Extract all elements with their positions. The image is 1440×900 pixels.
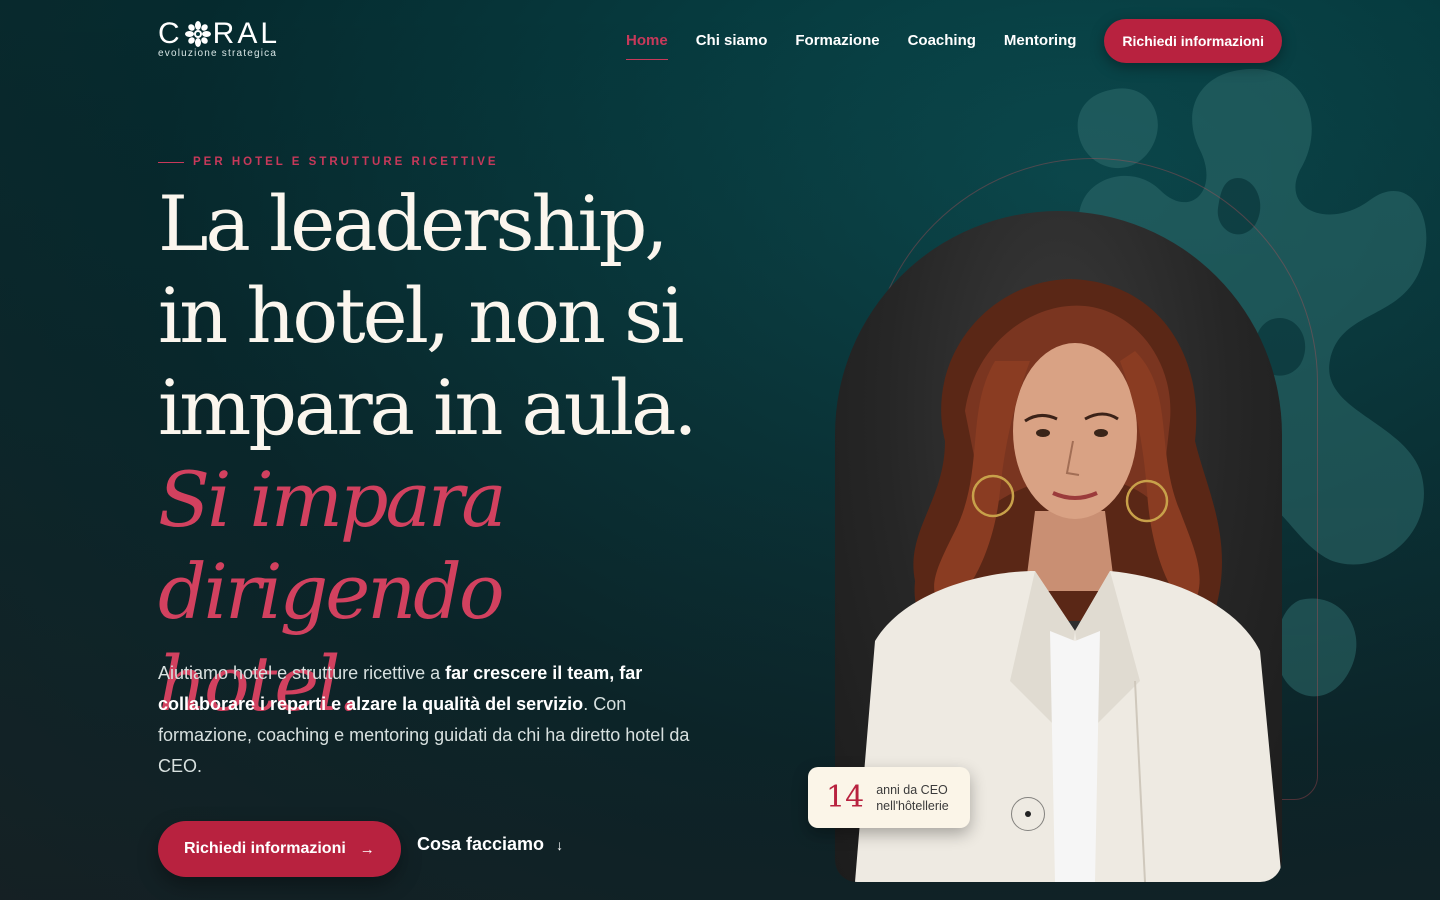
hero-eyebrow: PER HOTEL E STRUTTURE RICETTIVE xyxy=(158,156,499,168)
logo-wordmark: C RAL xyxy=(158,17,281,50)
hero-primary-label: Richiedi informazioni xyxy=(184,840,346,857)
header-cta-button[interactable]: Richiedi informazioni xyxy=(1104,19,1282,63)
hero-secondary-link[interactable]: Cosa facciamo ↓ xyxy=(417,834,563,855)
logo[interactable]: C RAL evoluzione strategica xyxy=(158,17,288,60)
lead-text-1: Aiutiamo hotel e strutture ricettive a xyxy=(158,663,446,683)
hero-primary-button[interactable]: Richiedi informazioni → xyxy=(158,821,401,877)
nav-item-coaching[interactable]: Coaching xyxy=(908,18,976,64)
scroll-indicator[interactable] xyxy=(1011,797,1045,831)
hero-headline: La leadership, in hotel, non si impara i… xyxy=(158,178,718,730)
nav-item-formazione[interactable]: Formazione xyxy=(795,18,879,64)
nav-item-home[interactable]: Home xyxy=(626,18,668,64)
experience-badge: 14 anni da CEO nell'hôtellerie xyxy=(808,767,970,828)
headline-main: La leadership, in hotel, non si impara i… xyxy=(158,179,698,452)
nav-item-mentoring[interactable]: Mentoring xyxy=(1004,18,1077,64)
badge-number: 14 xyxy=(826,780,865,815)
eyebrow-line xyxy=(158,161,184,163)
arrow-right-icon: → xyxy=(359,840,375,858)
badge-text: anni da CEO nell'hôtellerie xyxy=(876,782,949,814)
hero-lead: Aiutiamo hotel e strutture ricettive a f… xyxy=(158,658,698,782)
eyebrow-text: PER HOTEL E STRUTTURE RICETTIVE xyxy=(193,156,499,168)
coral-flower-icon xyxy=(184,21,211,47)
logo-tagline: evoluzione strategica xyxy=(158,48,278,59)
arrow-down-icon: ↓ xyxy=(556,836,564,853)
badge-line-1: anni da CEO xyxy=(876,782,948,797)
nav-item-chi-siamo[interactable]: Chi siamo xyxy=(696,18,768,64)
badge-line-2: nell'hôtellerie xyxy=(876,798,949,813)
hero-secondary-label: Cosa facciamo xyxy=(417,834,545,854)
main-nav: Home Chi siamo Formazione Coaching Mento… xyxy=(598,18,1282,64)
